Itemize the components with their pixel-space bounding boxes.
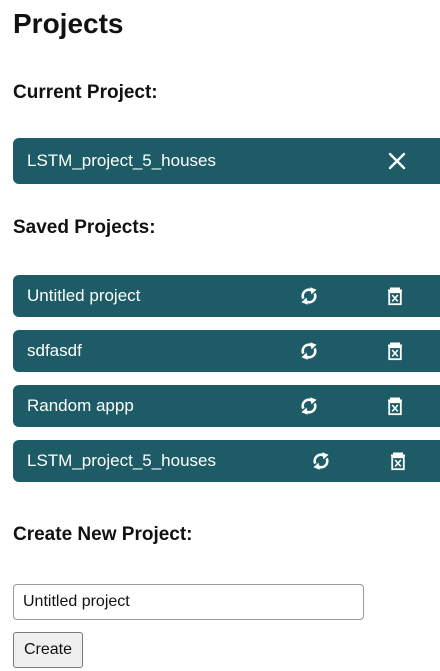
current-project-name: LSTM_project_5_houses: [27, 151, 217, 170]
trash-icon[interactable]: [387, 450, 409, 472]
saved-project-item: sdfasdf: [13, 330, 440, 372]
saved-projects-heading: Saved Projects:: [13, 217, 156, 238]
project-name-input[interactable]: [13, 584, 364, 620]
reload-icon[interactable]: [297, 339, 321, 363]
saved-project-name: Untitled project: [27, 286, 141, 305]
page-title: Projects: [13, 8, 124, 39]
current-project-heading: Current Project:: [13, 82, 158, 103]
current-project-bar: LSTM_project_5_houses: [13, 138, 440, 184]
projects-page: Projects Current Project: LSTM_project_5…: [0, 0, 440, 671]
trash-icon[interactable]: [384, 395, 406, 417]
reload-icon[interactable]: [297, 394, 321, 418]
saved-project-item: Untitled project: [13, 275, 440, 317]
trash-icon[interactable]: [384, 340, 406, 362]
saved-project-name: Random appp: [27, 396, 134, 415]
saved-project-item: LSTM_project_5_houses: [13, 440, 440, 482]
trash-icon[interactable]: [384, 285, 406, 307]
saved-project-name: LSTM_project_5_houses: [27, 451, 217, 470]
saved-project-name: sdfasdf: [27, 341, 82, 360]
reload-icon[interactable]: [309, 449, 333, 473]
reload-icon[interactable]: [297, 284, 321, 308]
close-icon[interactable]: [386, 150, 408, 172]
create-button[interactable]: Create: [13, 632, 84, 668]
saved-project-item: Random appp: [13, 385, 440, 427]
create-project-heading: Create New Project:: [13, 524, 193, 545]
